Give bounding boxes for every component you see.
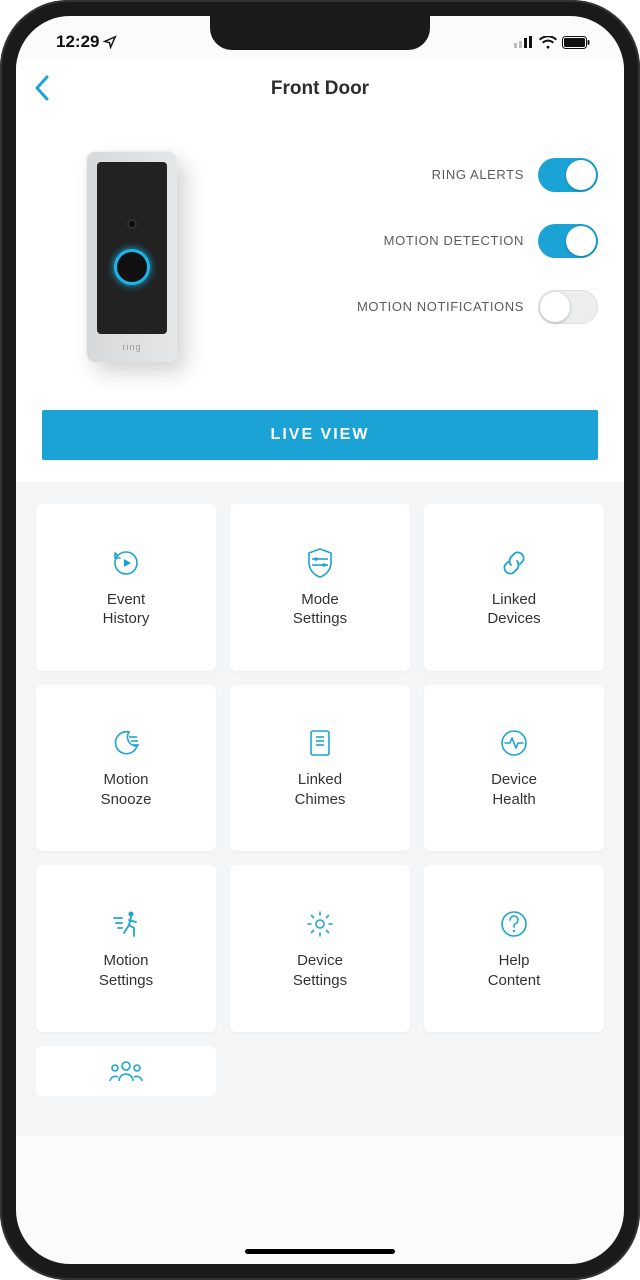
motion-detection-toggle[interactable] bbox=[538, 224, 598, 258]
tile-label: Mode Settings bbox=[293, 590, 347, 629]
page-title: Front Door bbox=[271, 78, 369, 100]
ring-alerts-toggle[interactable] bbox=[538, 158, 598, 192]
tiles-section: Event History Mode Settings bbox=[16, 482, 624, 1136]
motion-notifications-row: MOTION NOTIFICATIONS bbox=[246, 290, 598, 324]
history-icon bbox=[111, 546, 141, 580]
phone-frame: 12:29 bbox=[0, 0, 640, 1280]
chime-icon bbox=[308, 726, 332, 760]
gear-icon bbox=[305, 907, 335, 941]
shield-icon bbox=[306, 546, 334, 580]
tile-device-health[interactable]: Device Health bbox=[424, 685, 604, 852]
tile-device-settings[interactable]: Device Settings bbox=[230, 865, 410, 1032]
battery-icon bbox=[562, 36, 590, 49]
motion-detection-label: MOTION DETECTION bbox=[384, 232, 524, 250]
cell-signal-icon bbox=[514, 36, 534, 48]
screen: 12:29 bbox=[16, 16, 624, 1264]
tile-help-content[interactable]: Help Content bbox=[424, 865, 604, 1032]
chevron-left-icon bbox=[34, 75, 50, 101]
back-button[interactable] bbox=[34, 75, 58, 103]
status-time: 12:29 bbox=[56, 32, 99, 52]
home-indicator[interactable] bbox=[245, 1249, 395, 1254]
wifi-icon bbox=[539, 36, 557, 49]
help-icon bbox=[499, 907, 529, 941]
tile-label: Motion Settings bbox=[99, 951, 153, 990]
motion-icon bbox=[110, 907, 142, 941]
tile-shared-users[interactable] bbox=[36, 1046, 216, 1096]
device-hero: ring RING ALERTS MOTION DETECTION MOTION… bbox=[16, 118, 624, 382]
motion-notifications-toggle[interactable] bbox=[538, 290, 598, 324]
doorbell-button-icon bbox=[114, 249, 150, 285]
link-icon bbox=[498, 546, 530, 580]
header: Front Door bbox=[16, 60, 624, 118]
tile-linked-devices[interactable]: Linked Devices bbox=[424, 504, 604, 671]
live-view-section: LIVE VIEW bbox=[16, 382, 624, 482]
tile-mode-settings[interactable]: Mode Settings bbox=[230, 504, 410, 671]
moon-icon bbox=[111, 726, 141, 760]
people-icon bbox=[108, 1059, 144, 1083]
tile-label: Linked Chimes bbox=[295, 770, 346, 809]
location-arrow-icon bbox=[103, 35, 117, 49]
ring-alerts-label: RING ALERTS bbox=[432, 166, 524, 184]
device-brand-label: ring bbox=[97, 342, 167, 352]
ring-alerts-row: RING ALERTS bbox=[246, 158, 598, 192]
tile-motion-settings[interactable]: Motion Settings bbox=[36, 865, 216, 1032]
notch bbox=[210, 16, 430, 50]
toggles-panel: RING ALERTS MOTION DETECTION MOTION NOTI… bbox=[246, 152, 598, 362]
tile-label: Device Health bbox=[491, 770, 537, 809]
tile-motion-snooze[interactable]: Motion Snooze bbox=[36, 685, 216, 852]
tile-label: Motion Snooze bbox=[101, 770, 152, 809]
tile-label: Linked Devices bbox=[487, 590, 540, 629]
tiles-grid: Event History Mode Settings bbox=[36, 504, 604, 1096]
tile-label: Help Content bbox=[488, 951, 541, 990]
device-image: ring bbox=[42, 152, 222, 362]
tile-label: Event History bbox=[103, 590, 150, 629]
tile-label: Device Settings bbox=[293, 951, 347, 990]
motion-detection-row: MOTION DETECTION bbox=[246, 224, 598, 258]
tile-event-history[interactable]: Event History bbox=[36, 504, 216, 671]
health-icon bbox=[499, 726, 529, 760]
live-view-button[interactable]: LIVE VIEW bbox=[42, 410, 598, 460]
motion-notifications-label: MOTION NOTIFICATIONS bbox=[357, 298, 524, 316]
tile-linked-chimes[interactable]: Linked Chimes bbox=[230, 685, 410, 852]
camera-dot-icon bbox=[127, 219, 137, 229]
